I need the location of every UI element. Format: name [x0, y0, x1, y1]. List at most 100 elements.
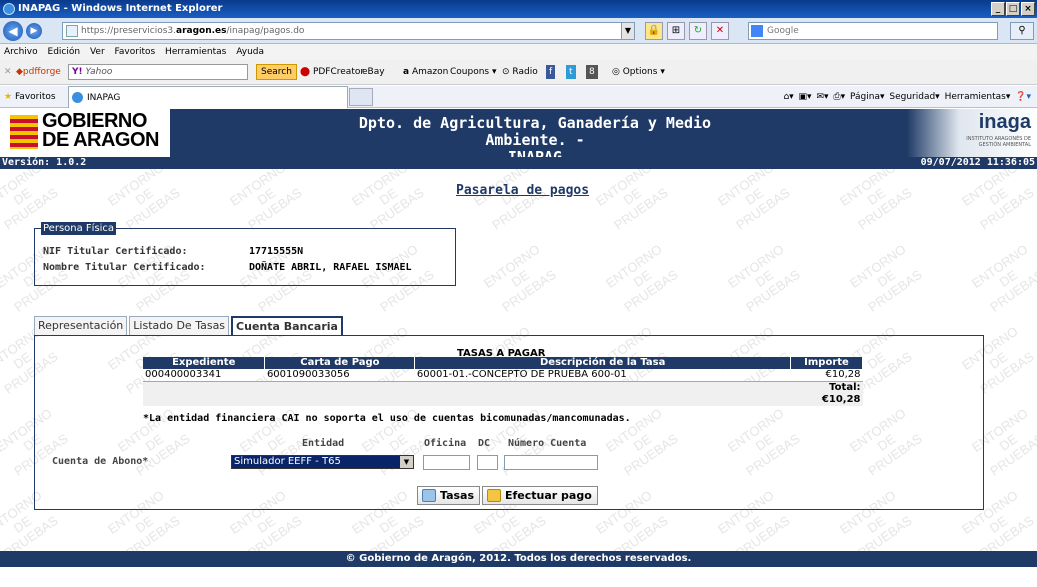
nif-value: 17715555N: [249, 246, 304, 257]
search-icon[interactable]: ⚲: [1010, 22, 1034, 40]
inaga-logo-subtitle: INSTITUTO ARAGONÉS DE GESTIÓN AMBIENTAL: [966, 136, 1031, 148]
col-importe: Importe: [790, 357, 863, 369]
entidad-select[interactable]: Simulador EEFF - T65 ▼: [231, 455, 414, 469]
document-icon: [422, 489, 436, 502]
menu-herramientas[interactable]: Herramientas: [165, 47, 226, 57]
lock-icon[interactable]: 🔒: [645, 22, 663, 40]
maximize-button[interactable]: □: [1006, 2, 1020, 16]
version-text: Versión: 1.0.2: [2, 157, 87, 168]
menu-ver[interactable]: Ver: [90, 47, 105, 57]
chevron-down-icon[interactable]: ▼: [400, 456, 413, 468]
efectuar-pago-label: Efectuar pago: [505, 489, 592, 502]
menu-ayuda[interactable]: Ayuda: [236, 47, 264, 57]
tab-inapag-label: INAPAG: [87, 93, 121, 103]
entidad-label: Entidad: [302, 438, 345, 449]
cuenta-abono-label: Cuenta de Abono*: [52, 456, 149, 467]
menu-edicion[interactable]: Edición: [48, 47, 81, 57]
oficina-input[interactable]: [423, 455, 470, 470]
menu-favoritos[interactable]: Favoritos: [115, 47, 156, 57]
pdfforge-link[interactable]: ◆pdfforge: [16, 60, 61, 84]
total-row: Total: €10,28: [143, 381, 863, 406]
numero-cuenta-label: Número Cuenta: [508, 438, 587, 449]
entidad-selected-value: Simulador EEFF - T65: [234, 456, 341, 467]
menu-archivo[interactable]: Archivo: [4, 47, 38, 57]
datetime-text: 09/07/2012 11:36:05: [920, 157, 1035, 168]
watermark-text: ENTORNODEPRUEBAS: [592, 169, 671, 233]
watermark-text: ENTORNODEPRUEBAS: [846, 241, 925, 315]
dc-label: DC: [478, 438, 491, 449]
total-value: Total: €10,28: [790, 381, 863, 406]
url-input[interactable]: https://preservicios3.aragon.es/inapag/p…: [62, 22, 635, 40]
table-row: 000400003341 6001090033056 60001-01.-CON…: [143, 369, 863, 382]
toolbar-close-icon[interactable]: ✕: [4, 60, 12, 84]
gob-line2: DE ARAGON: [42, 129, 159, 151]
options-link[interactable]: ◎ Options ▾: [612, 60, 665, 84]
cmd-herramientas[interactable]: Herramientas: [945, 92, 1006, 102]
yahoo-search-button[interactable]: Search: [256, 64, 297, 80]
version-bar: Versión: 1.0.2 09/07/2012 11:36:05: [0, 157, 1037, 169]
command-bar: ⌂▾ ▣▾ ✉▾ ⎙▾ Página▾ Seguridad▾ Herramien…: [783, 92, 1031, 102]
page-icon: [66, 25, 78, 37]
numero-cuenta-input[interactable]: [504, 455, 598, 470]
new-tab-button[interactable]: [349, 88, 373, 106]
forward-button[interactable]: ▶: [26, 23, 42, 39]
search-input[interactable]: Google: [748, 22, 998, 40]
tasas-button[interactable]: Tasas: [417, 486, 481, 505]
efectuar-pago-button[interactable]: Efectuar pago: [482, 486, 598, 505]
watermark-text: ENTORNODEPRUEBAS: [348, 169, 427, 233]
ie-logo-icon: [3, 3, 15, 15]
watermark-text: ENTORNODEPRUEBAS: [724, 241, 803, 315]
watermark-text: ENTORNODEPRUEBAS: [836, 169, 915, 233]
tab-listado-tasas[interactable]: Listado De Tasas: [129, 316, 230, 336]
favorites-bar: ★ Favoritos INAPAG ⌂▾ ▣▾ ✉▾ ⎙▾ Página▾ S…: [0, 86, 1037, 108]
favorites-button[interactable]: ★ Favoritos: [4, 86, 56, 108]
page-footer: © Gobierno de Aragón, 2012. Todos los de…: [0, 551, 1037, 567]
dc-input[interactable]: [477, 455, 498, 470]
print-icon[interactable]: ⎙▾: [833, 92, 845, 102]
persona-fieldset: Persona Física NIF Titular Certificado: …: [34, 222, 456, 286]
ie-tab-icon: [72, 92, 83, 103]
google-icon: [751, 25, 763, 37]
close-button[interactable]: ×: [1021, 2, 1035, 16]
mail-icon[interactable]: ✉▾: [816, 92, 828, 102]
tasas-button-label: Tasas: [440, 489, 475, 502]
back-button[interactable]: ◀: [3, 21, 23, 41]
ebay-link[interactable]: eBay: [362, 60, 385, 84]
watermark-text: ENTORNODEPRUEBAS: [714, 169, 793, 233]
inaga-logo-text: inaga: [978, 111, 1031, 133]
watermark-text: ENTORNODEPRUEBAS: [226, 169, 305, 233]
pdfcreator-link[interactable]: ⬤ PDFCreator: [300, 60, 364, 84]
home-icon[interactable]: ⌂▾: [783, 92, 793, 102]
nombre-value: DOÑATE ABRIL, RAFAEL ISMAEL: [249, 262, 412, 273]
facebook-icon[interactable]: f: [546, 65, 556, 79]
compat-view-icon[interactable]: ⊞: [667, 22, 685, 40]
coupons-link[interactable]: Coupons ▾: [450, 60, 497, 84]
inaga-logo: inaga INSTITUTO ARAGONÉS DE GESTIÓN AMBI…: [907, 109, 1037, 157]
tasas-table: Expediente Carta de Pago Descripción de …: [143, 357, 863, 406]
cai-note: *La entidad financiera CAI no soporta el…: [143, 413, 631, 424]
yahoo-search-input[interactable]: Y! Yahoo: [68, 64, 248, 80]
url-path: /inapag/pagos.do: [226, 26, 305, 36]
address-bar-row: ◀ ▶ https://preservicios3.aragon.es/inap…: [0, 18, 1037, 44]
google-plus-icon[interactable]: 8: [586, 65, 598, 79]
nif-label: NIF Titular Certificado:: [43, 246, 188, 257]
window-title: INAPAG - Windows Internet Explorer: [18, 3, 223, 14]
twitter-icon[interactable]: t: [566, 65, 576, 79]
toolbar: ✕ ◆pdfforge Y! Yahoo Search ⬤ PDFCreator…: [0, 60, 1037, 85]
aragon-flag-icon: [10, 115, 38, 149]
stop-icon[interactable]: ✕: [711, 22, 729, 40]
cmd-seguridad[interactable]: Seguridad: [889, 92, 935, 102]
radio-link[interactable]: ⊙ Radio: [502, 60, 538, 84]
minimize-button[interactable]: _: [991, 2, 1005, 16]
url-dropdown-button[interactable]: ▼: [621, 22, 635, 40]
refresh-icon[interactable]: ↻: [689, 22, 707, 40]
tab-cuenta-bancaria[interactable]: Cuenta Bancaria: [231, 316, 343, 336]
tab-inapag[interactable]: INAPAG: [68, 86, 348, 108]
cmd-pagina[interactable]: Página: [850, 92, 880, 102]
tab-representacion[interactable]: Representación: [34, 316, 128, 336]
help-icon[interactable]: ❓▾: [1015, 92, 1031, 102]
feeds-icon[interactable]: ▣▾: [799, 92, 812, 102]
watermark-text: ENTORNODEPRUEBAS: [470, 169, 549, 233]
amazon-link[interactable]: a Amazon: [403, 60, 448, 84]
page-title: Pasarela de pagos: [456, 183, 590, 198]
